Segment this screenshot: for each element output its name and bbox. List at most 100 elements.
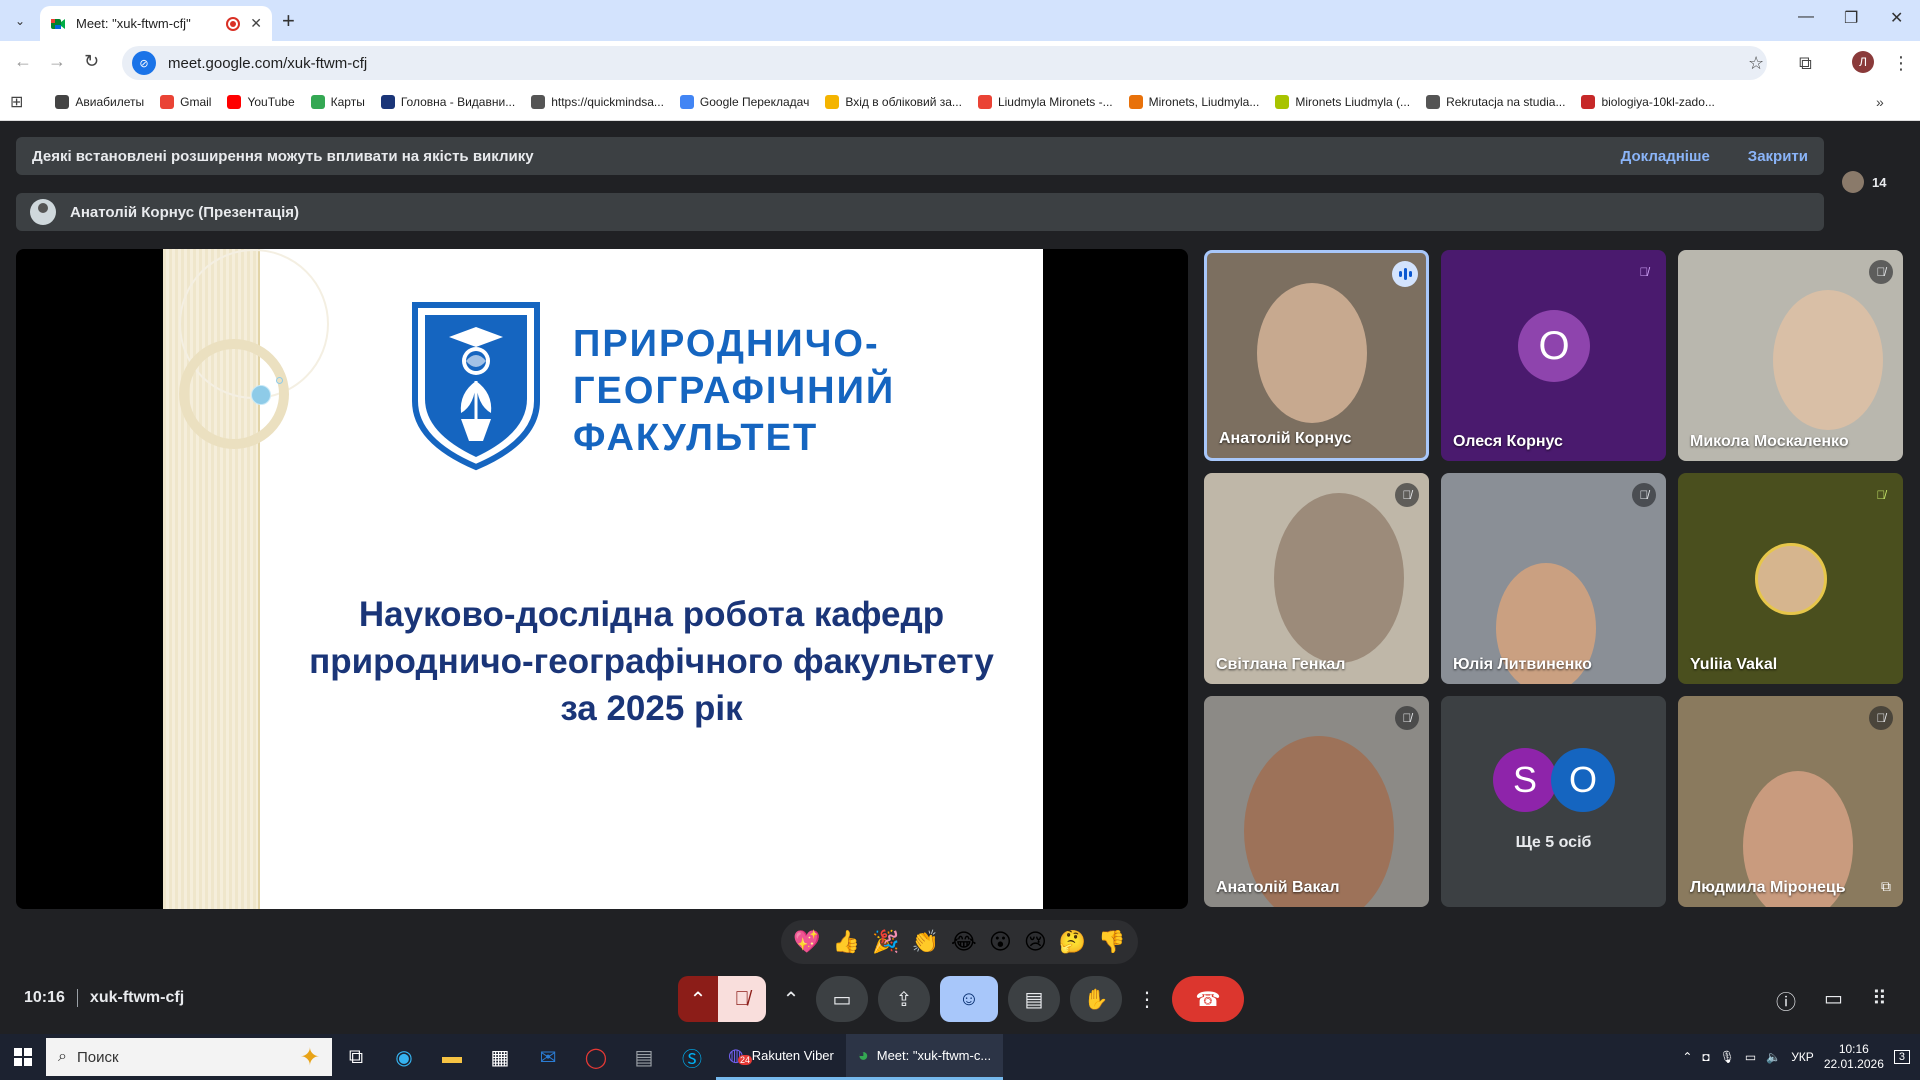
taskbar-chrome[interactable]: ◕ Meet: "xuk-ftwm-c... xyxy=(845,1034,1004,1080)
extensions-icon[interactable]: ⧉ xyxy=(1799,53,1812,74)
camera-tray-icon[interactable]: ◘ xyxy=(1702,1050,1709,1064)
mic-tray-icon[interactable]: 🎙 xyxy=(1720,1050,1735,1064)
bookmark-item[interactable]: biologiya-10kl-zado... xyxy=(1573,94,1722,109)
tab-meet[interactable]: Meet: "xuk-ftwm-cfj" ✕ xyxy=(40,6,272,41)
bookmark-item[interactable]: Google Перекладач xyxy=(672,94,817,109)
edge-icon[interactable]: ◉ xyxy=(380,1034,428,1080)
store-icon[interactable]: ▦ xyxy=(476,1034,524,1080)
task-view-icon[interactable]: ⧉ xyxy=(332,1034,380,1080)
divider xyxy=(76,989,78,1007)
clock[interactable]: 10:16 22.01.2026 xyxy=(1824,1042,1884,1072)
apps-grid-icon[interactable]: ⊞ xyxy=(10,92,23,112)
bookmark-item[interactable]: Mironets, Liudmyla... xyxy=(1121,94,1268,109)
reaction-surprised[interactable]: 😮 xyxy=(989,929,1012,955)
reaction-clap[interactable]: 👏 xyxy=(912,929,939,955)
banner-close-link[interactable]: Закрити xyxy=(1748,148,1808,165)
faculty-line: ФАКУЛЬТЕТ xyxy=(573,417,819,459)
participant-tile[interactable]: 🎙̸ ⧉ Людмила Міронець xyxy=(1678,696,1903,907)
participant-name: Людмила Міронець xyxy=(1690,879,1846,896)
participant-tile[interactable]: 🎙̸ Yuliia Vakal xyxy=(1678,473,1903,684)
outlook-icon[interactable]: ✉ xyxy=(524,1034,572,1080)
tab-search-chevron-icon[interactable]: ⌄ xyxy=(10,11,30,31)
bookmark-star-icon[interactable]: ☆ xyxy=(1748,53,1764,74)
restore-icon[interactable]: ❐ xyxy=(1844,8,1858,28)
bookmark-item[interactable]: Головна - Видавни... xyxy=(373,94,523,109)
bookmark-item[interactable]: Mironets Liudmyla (... xyxy=(1267,94,1418,109)
participant-tile[interactable]: О 🎙̸ Олеся Корнус xyxy=(1441,250,1666,461)
more-options-icon[interactable]: ⋮ xyxy=(1132,976,1162,1022)
bookmark-label: biologiya-10kl-zado... xyxy=(1601,94,1715,109)
calculator-icon[interactable]: ▤ xyxy=(620,1034,668,1080)
participant-count: 14 xyxy=(1872,174,1887,190)
sparkle-icon: ✦ xyxy=(299,1043,320,1071)
meeting-details-icon[interactable]: ⓘ xyxy=(1776,986,1796,1015)
bookmark-item[interactable]: Вхід в обліковий за... xyxy=(817,94,970,109)
banner-more-link[interactable]: Докладніше xyxy=(1621,148,1710,165)
input-language[interactable]: УКР xyxy=(1791,1050,1814,1064)
raise-hand-button[interactable]: ✋ xyxy=(1070,976,1122,1022)
emoji-reactions-button[interactable]: ☺ xyxy=(940,976,998,1022)
start-button[interactable] xyxy=(0,1034,46,1080)
bookmark-item[interactable]: Gmail xyxy=(152,94,219,109)
opera-icon[interactable]: ◯ xyxy=(572,1034,620,1080)
participant-tile[interactable]: 🎙̸ Анатолій Вакал xyxy=(1204,696,1429,907)
bookmark-favicon-icon xyxy=(310,94,325,109)
bookmark-favicon-icon xyxy=(380,94,395,109)
bookmark-item[interactable]: Liudmyla Mironets -... xyxy=(970,94,1121,109)
close-window-icon[interactable]: ✕ xyxy=(1890,8,1903,28)
bookmark-item[interactable]: https://quickmindsa... xyxy=(523,94,672,109)
reaction-party[interactable]: 🎉 xyxy=(872,929,899,955)
address-bar[interactable]: ⊘ meet.google.com/xuk-ftwm-cfj xyxy=(122,46,1767,80)
camera-button[interactable]: ▭ xyxy=(816,976,868,1022)
pin-video-icon[interactable]: ⧉ xyxy=(1881,878,1891,895)
new-tab-icon[interactable]: + xyxy=(282,8,295,34)
bookmark-item[interactable]: Rekrutacja na studia... xyxy=(1418,94,1573,109)
more-participants-tile[interactable]: S O Ще 5 осіб xyxy=(1441,696,1666,907)
close-tab-icon[interactable]: ✕ xyxy=(250,15,262,32)
audio-options-chevron-icon[interactable]: ⌃ xyxy=(678,976,718,1022)
reaction-thumbs-down[interactable]: 👎 xyxy=(1098,929,1125,955)
bookmark-item[interactable]: Карты xyxy=(303,94,373,109)
minimize-icon[interactable]: — xyxy=(1798,8,1814,26)
activities-grid-icon[interactable]: ⠿ xyxy=(1872,986,1887,1011)
volume-icon[interactable]: 🔈 xyxy=(1766,1050,1781,1064)
reload-icon[interactable]: ↻ xyxy=(84,51,99,72)
video-options-chevron-icon[interactable]: ⌃ xyxy=(776,976,806,1022)
participant-tile[interactable]: Анатолій Корнус xyxy=(1204,250,1429,461)
leave-call-button[interactable]: ☎ xyxy=(1172,976,1244,1022)
participant-tile[interactable]: 🎙̸ Світлана Генкал xyxy=(1204,473,1429,684)
more-bookmarks-icon[interactable]: » xyxy=(1876,94,1884,110)
bookmark-item[interactable]: YouTube xyxy=(219,94,302,109)
captions-button[interactable]: ▤ xyxy=(1008,976,1060,1022)
bookmark-item[interactable]: Авиабилеты xyxy=(47,94,152,109)
bookmark-label: Liudmyla Mironets -... xyxy=(997,94,1113,109)
reaction-sad[interactable]: 😢 xyxy=(1024,929,1047,955)
reaction-thumbs-up[interactable]: 👍 xyxy=(833,929,860,955)
reaction-thinking[interactable]: 🤔 xyxy=(1059,929,1086,955)
notifications-button[interactable]: 3 xyxy=(1893,1050,1910,1064)
reaction-heart[interactable]: 💖 xyxy=(793,929,820,955)
taskbar-viber[interactable]: ◍ 24 Rakuten Viber xyxy=(716,1034,846,1080)
chat-icon[interactable]: ▭ xyxy=(1824,986,1843,1011)
tray-chevron-icon[interactable]: ⌃ xyxy=(1682,1050,1692,1064)
topic-line: природничо-географічного факультету xyxy=(309,642,994,681)
participants-button[interactable]: 14 xyxy=(1842,171,1886,193)
reaction-laugh[interactable]: 😂 xyxy=(951,929,977,955)
site-info-icon[interactable]: ⊘ xyxy=(132,51,156,75)
present-screen-button[interactable]: ⇪ xyxy=(878,976,930,1022)
topic-line: Науково-дослідна робота кафедр xyxy=(358,595,945,634)
presentation-stage[interactable]: ПРИРОДНИЧО- ГЕОГРАФІЧНИЙ ФАКУЛЬТЕТ Науко… xyxy=(16,249,1188,909)
bookmark-label: Mironets, Liudmyla... xyxy=(1148,94,1260,109)
menu-dots-icon[interactable]: ⋮ xyxy=(1892,53,1910,74)
skype-icon[interactable]: Ⓢ xyxy=(668,1034,716,1080)
taskbar-search[interactable]: ⌕ Поиск ✦ xyxy=(46,1038,332,1076)
network-icon[interactable]: ▭ xyxy=(1745,1050,1756,1064)
file-explorer-icon[interactable]: ▬ xyxy=(428,1034,476,1080)
profile-avatar[interactable]: Л xyxy=(1852,51,1874,73)
forward-icon[interactable]: → xyxy=(48,51,66,72)
participant-tile[interactable]: 🎙̸ Юлія Литвиненко xyxy=(1441,473,1666,684)
participant-tile[interactable]: 🎙̸ Микола Москаленко xyxy=(1678,250,1903,461)
system-tray: ⌃ ◘ 🎙 ▭ 🔈 УКР 10:16 22.01.2026 3 xyxy=(1682,1034,1910,1080)
back-icon[interactable]: ← xyxy=(14,51,32,72)
mic-off-button[interactable]: 🎙̸ xyxy=(718,976,766,1022)
